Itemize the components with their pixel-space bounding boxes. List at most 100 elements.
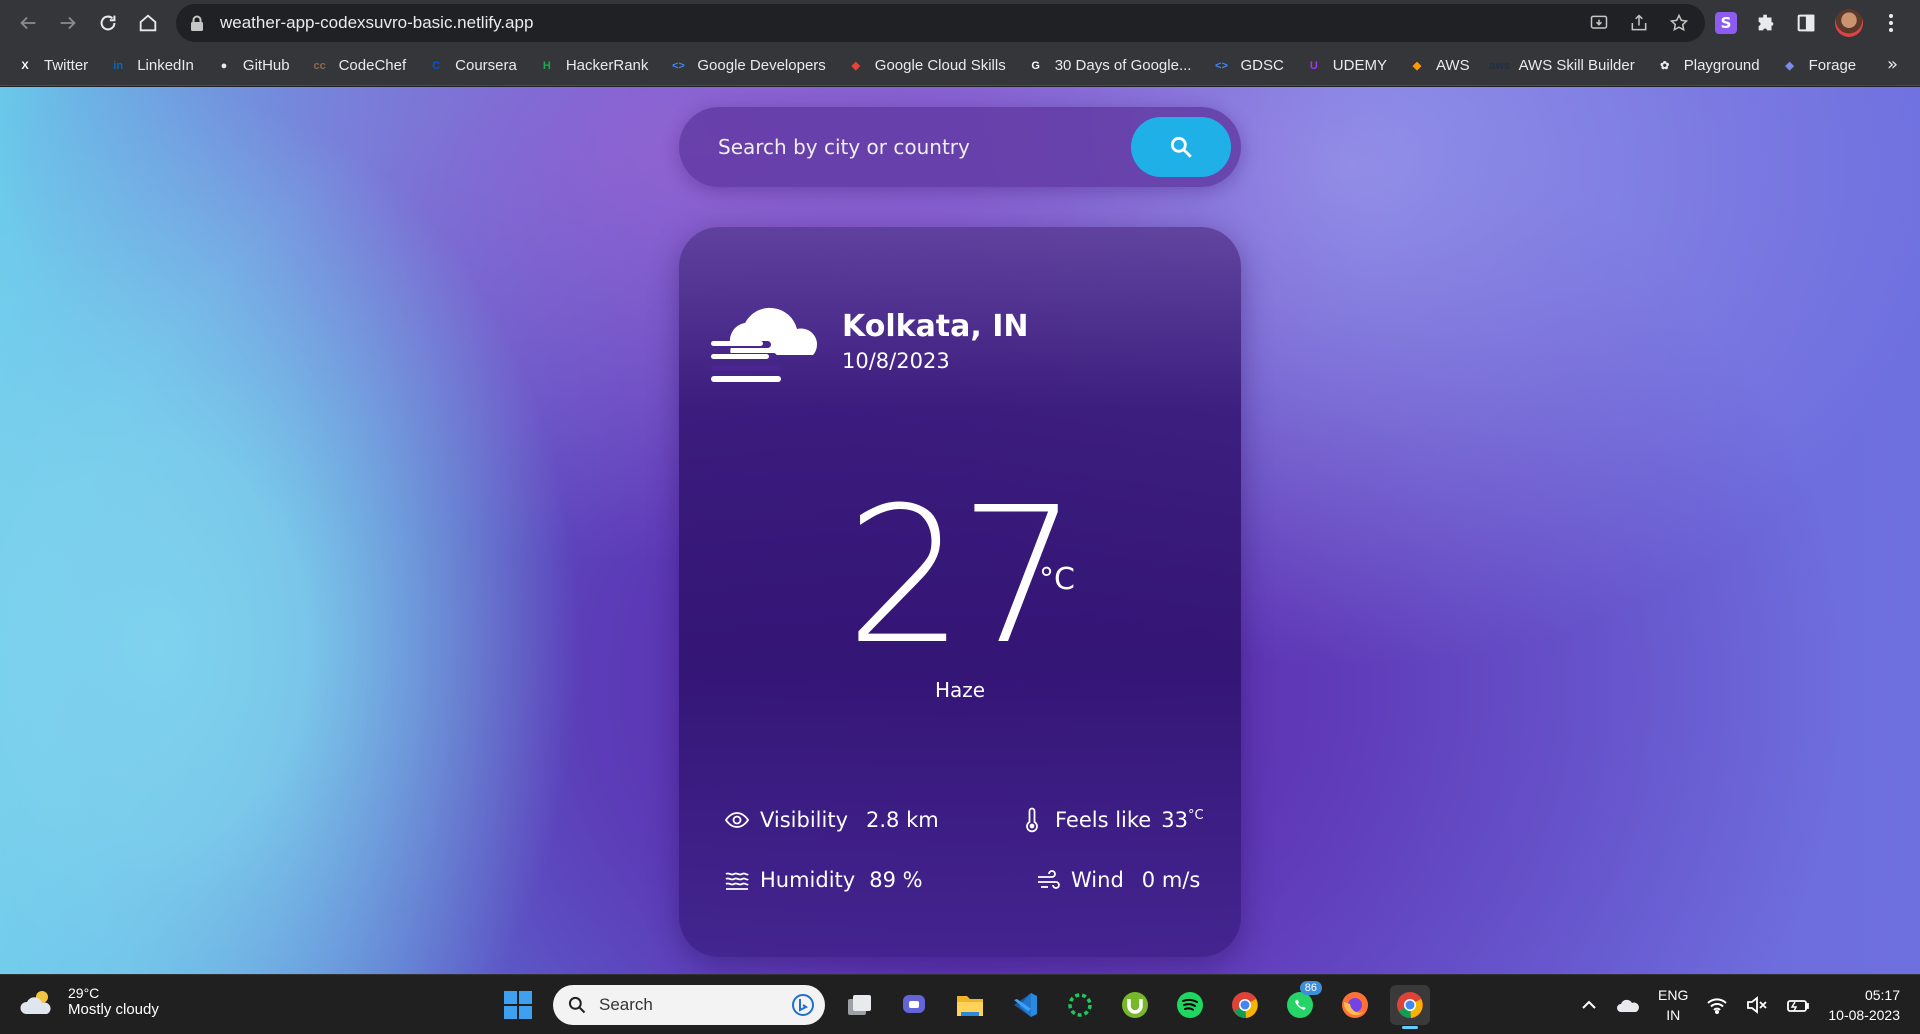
bookmark-label: 30 Days of Google... bbox=[1054, 57, 1192, 74]
spotify-icon[interactable] bbox=[1170, 985, 1210, 1025]
profile-avatar[interactable] bbox=[1835, 9, 1863, 37]
firefox-icon[interactable] bbox=[1335, 985, 1375, 1025]
openai-icon: ✿ bbox=[1660, 60, 1670, 72]
taskbar-weather-widget[interactable]: 29°C Mostly cloudy bbox=[20, 985, 159, 1018]
bookmark-label: AWS Skill Builder bbox=[1518, 57, 1635, 74]
bookmark-github[interactable]: ● GitHub bbox=[215, 57, 290, 75]
bookmark-label: UDEMY bbox=[1332, 57, 1387, 74]
language-code: ENG bbox=[1658, 987, 1689, 1003]
bookmark-hackerrank[interactable]: H HackerRank bbox=[538, 57, 649, 75]
bookmark-forage[interactable]: ◆ Forage bbox=[1781, 57, 1857, 75]
bookmark-twitter[interactable]: X Twitter bbox=[16, 57, 88, 75]
bookmark-label: CodeChef bbox=[338, 57, 407, 74]
city-name: Kolkata, IN bbox=[842, 309, 1029, 344]
bookmark-label: LinkedIn bbox=[137, 57, 194, 74]
bookmark-codechef[interactable]: cc CodeChef bbox=[311, 57, 407, 75]
humidity-label: Humidity bbox=[760, 868, 856, 892]
install-app-icon[interactable] bbox=[1589, 13, 1609, 33]
wifi-icon[interactable] bbox=[1706, 996, 1728, 1014]
utorrent-icon[interactable] bbox=[1115, 985, 1155, 1025]
windows-taskbar: 29°C Mostly cloudy Search 86 ENG IN 05:1… bbox=[0, 974, 1920, 1034]
aws-skill-builder-icon: aws bbox=[1489, 59, 1510, 72]
side-panel-icon[interactable] bbox=[1795, 12, 1817, 34]
speaker-muted-icon[interactable] bbox=[1746, 996, 1768, 1014]
start-button[interactable] bbox=[498, 985, 538, 1025]
bookmark-label: Coursera bbox=[455, 57, 517, 74]
language-indicator[interactable]: ENG IN bbox=[1658, 985, 1688, 1025]
chevron-up-icon[interactable] bbox=[1580, 996, 1598, 1014]
google-developers-icon: <> bbox=[671, 59, 685, 72]
feels-like-number: 33 bbox=[1161, 808, 1188, 832]
wind-label: Wind bbox=[1071, 868, 1124, 892]
chrome-profile-icon[interactable] bbox=[1390, 985, 1430, 1029]
clock-date: 10-08-2023 bbox=[1828, 1007, 1900, 1023]
windows-logo-icon bbox=[504, 991, 532, 1019]
menu-kebab-icon[interactable] bbox=[1881, 12, 1901, 34]
bookmark-label: Forage bbox=[1808, 57, 1857, 74]
bing-icon bbox=[792, 994, 814, 1016]
google-icon: G bbox=[1031, 59, 1040, 72]
weather-card: Kolkata, IN 10/8/2023 27 °C Haze Visibil… bbox=[679, 227, 1241, 957]
eye-icon bbox=[724, 812, 750, 828]
system-clock[interactable]: 05:17 10-08-2023 bbox=[1828, 985, 1900, 1025]
home-icon bbox=[139, 14, 157, 32]
codechef-icon: cc bbox=[313, 59, 326, 72]
bookmark-star-icon[interactable] bbox=[1669, 13, 1689, 33]
active-app-indicator bbox=[1402, 1026, 1418, 1029]
whatsapp-badge: 86 bbox=[1299, 981, 1322, 995]
battery-icon[interactable] bbox=[1786, 996, 1810, 1014]
wind-value: 0 m/s bbox=[1141, 868, 1201, 892]
taskbar-search[interactable]: Search bbox=[553, 985, 825, 1025]
spinner-app-icon[interactable] bbox=[1060, 985, 1100, 1025]
bookmark-label: AWS bbox=[1435, 57, 1470, 74]
bookmark-30-days-of-google[interactable]: G 30 Days of Google... bbox=[1027, 57, 1192, 75]
search-icon bbox=[568, 996, 586, 1014]
wind-stat: Wind 0 m/s bbox=[1035, 867, 1200, 893]
whatsapp-icon[interactable]: 86 bbox=[1280, 981, 1322, 1025]
temperature-unit: °C bbox=[1039, 562, 1075, 597]
feels-like-stat: Feels like 33°C bbox=[1019, 807, 1204, 833]
chrome-icon[interactable] bbox=[1225, 985, 1265, 1025]
onedrive-cloud-icon[interactable] bbox=[1616, 996, 1640, 1014]
bookmark-aws[interactable]: ◆ AWS bbox=[1408, 57, 1470, 75]
bookmark-aws-skill-builder[interactable]: aws AWS Skill Builder bbox=[1489, 57, 1635, 75]
url-text: weather-app-codexsuvro-basic.netlify.app bbox=[220, 13, 534, 32]
search-bar bbox=[679, 107, 1241, 187]
home-button[interactable] bbox=[128, 3, 168, 43]
task-view-icon[interactable] bbox=[840, 985, 880, 1025]
back-button[interactable] bbox=[8, 3, 48, 43]
humidity-stat: Humidity 89 % bbox=[724, 867, 923, 893]
forage-icon: ◆ bbox=[1785, 60, 1794, 72]
feels-like-value: 33°C bbox=[1161, 808, 1203, 832]
bookmark-udemy[interactable]: U UDEMY bbox=[1305, 57, 1387, 75]
forward-button[interactable] bbox=[48, 3, 88, 43]
reload-button[interactable] bbox=[88, 3, 128, 43]
bookmark-google-developers[interactable]: <> Google Developers bbox=[669, 57, 826, 75]
udemy-icon: U bbox=[1309, 59, 1318, 72]
file-explorer-icon[interactable] bbox=[950, 985, 990, 1025]
bookmark-gdsc[interactable]: <> GDSC bbox=[1212, 57, 1284, 75]
share-icon[interactable] bbox=[1629, 13, 1649, 33]
bookmark-coursera[interactable]: C Coursera bbox=[427, 57, 517, 75]
extensions-puzzle-icon[interactable] bbox=[1755, 12, 1777, 34]
weather-app-page: Kolkata, IN 10/8/2023 27 °C Haze Visibil… bbox=[0, 87, 1920, 974]
search-input[interactable] bbox=[718, 135, 1098, 159]
search-icon bbox=[1170, 136, 1192, 158]
arrow-right-icon bbox=[60, 16, 76, 30]
address-bar[interactable]: weather-app-codexsuvro-basic.netlify.app bbox=[176, 4, 1705, 42]
haze-cloud-icon bbox=[711, 307, 818, 382]
teams-chat-icon[interactable] bbox=[895, 985, 935, 1025]
wind-icon bbox=[1038, 870, 1060, 889]
bookmark-label: HackerRank bbox=[565, 57, 649, 74]
bookmarks-overflow-button[interactable]: » bbox=[1887, 54, 1898, 75]
github-icon: ● bbox=[220, 59, 228, 72]
bookmark-linkedin[interactable]: in LinkedIn bbox=[109, 57, 194, 75]
vscode-icon[interactable] bbox=[1005, 985, 1045, 1025]
cloud-sun-icon bbox=[20, 990, 51, 1014]
coursera-icon: C bbox=[432, 59, 441, 72]
extension-s-icon[interactable]: S bbox=[1715, 12, 1737, 34]
search-button[interactable] bbox=[1131, 117, 1231, 177]
bookmark-label: GitHub bbox=[242, 57, 290, 74]
bookmark-google-cloud-skills[interactable]: ◆ Google Cloud Skills bbox=[847, 57, 1006, 75]
bookmark-playground[interactable]: ✿ Playground bbox=[1656, 57, 1760, 75]
